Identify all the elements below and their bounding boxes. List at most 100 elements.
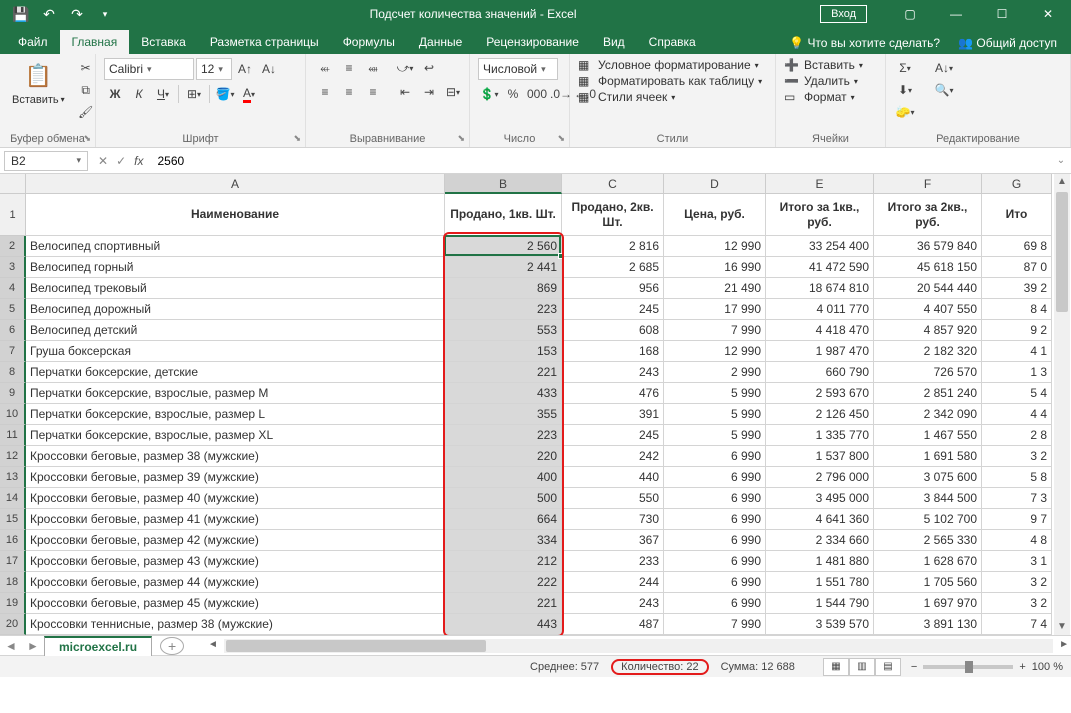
cell[interactable]: 221 <box>445 593 562 614</box>
cell[interactable]: 400 <box>445 467 562 488</box>
cell[interactable]: 7 3 <box>982 488 1052 509</box>
font-color-icon[interactable]: A▾ <box>238 84 260 104</box>
cell[interactable]: 36 579 840 <box>874 236 982 257</box>
new-sheet-button[interactable]: + <box>160 637 184 655</box>
cell[interactable]: 9 2 <box>982 320 1052 341</box>
col-header-C[interactable]: C <box>562 174 664 194</box>
cell[interactable]: 2 342 090 <box>874 404 982 425</box>
col-header-G[interactable]: G <box>982 174 1052 194</box>
cell[interactable]: 433 <box>445 383 562 404</box>
cell[interactable]: 500 <box>445 488 562 509</box>
cell[interactable]: Перчатки боксерские, взрослые, размер XL <box>26 425 445 446</box>
cell[interactable]: 5 990 <box>664 404 766 425</box>
cell[interactable]: Кроссовки теннисные, размер 38 (мужские) <box>26 614 445 635</box>
cell[interactable]: 730 <box>562 509 664 530</box>
increase-font-icon[interactable]: A↑ <box>234 59 256 79</box>
row-header-10[interactable]: 10 <box>0 404 26 425</box>
view-page-layout-icon[interactable]: ▥ <box>849 658 875 676</box>
horizontal-scrollbar[interactable] <box>224 639 1053 653</box>
merge-icon[interactable]: ⊟▾ <box>442 82 464 102</box>
header-cell[interactable]: Итого за 1кв., руб. <box>766 194 874 236</box>
increase-decimal-icon[interactable]: .0→ <box>550 84 572 104</box>
cell[interactable]: 3 891 130 <box>874 614 982 635</box>
underline-button[interactable]: Ч▾ <box>152 84 174 104</box>
tab-insert[interactable]: Вставка <box>129 30 198 54</box>
cell[interactable]: Велосипед спортивный <box>26 236 445 257</box>
login-button[interactable]: Вход <box>820 5 867 23</box>
cell[interactable]: 153 <box>445 341 562 362</box>
cell[interactable]: Перчатки боксерские, взрослые, размер M <box>26 383 445 404</box>
view-normal-icon[interactable]: ▦ <box>823 658 849 676</box>
cell[interactable]: 4 011 770 <box>766 299 874 320</box>
close-icon[interactable]: ✕ <box>1025 0 1071 28</box>
cell[interactable]: 20 544 440 <box>874 278 982 299</box>
sort-filter-icon[interactable]: A↓▾ <box>928 58 960 78</box>
cell[interactable]: 2 593 670 <box>766 383 874 404</box>
cell[interactable]: 18 674 810 <box>766 278 874 299</box>
cell[interactable]: Велосипед трековый <box>26 278 445 299</box>
comma-icon[interactable]: 000 <box>526 84 548 104</box>
row-header-2[interactable]: 2 <box>0 236 26 257</box>
row-header-15[interactable]: 15 <box>0 509 26 530</box>
col-header-E[interactable]: E <box>766 174 874 194</box>
cell[interactable]: 245 <box>562 425 664 446</box>
cell[interactable]: 223 <box>445 299 562 320</box>
cut-icon[interactable]: ✂ <box>75 58 97 78</box>
cell[interactable]: 2 182 320 <box>874 341 982 362</box>
cell[interactable]: 1 3 <box>982 362 1052 383</box>
cell[interactable]: 220 <box>445 446 562 467</box>
cell[interactable]: 487 <box>562 614 664 635</box>
cell[interactable]: 7 990 <box>664 320 766 341</box>
tab-view[interactable]: Вид <box>591 30 637 54</box>
col-header-F[interactable]: F <box>874 174 982 194</box>
cell[interactable]: 212 <box>445 551 562 572</box>
row-header-4[interactable]: 4 <box>0 278 26 299</box>
row-header-14[interactable]: 14 <box>0 488 26 509</box>
cell[interactable]: 222 <box>445 572 562 593</box>
font-size-combo[interactable]: 12▾ <box>196 58 232 80</box>
cell[interactable]: 3 2 <box>982 446 1052 467</box>
tab-scroll-left-icon[interactable]: ◄ <box>0 639 22 653</box>
zoom-out-icon[interactable]: − <box>911 661 917 673</box>
borders-icon[interactable]: ⊞▾ <box>183 84 205 104</box>
cell[interactable]: 2 990 <box>664 362 766 383</box>
row-header-7[interactable]: 7 <box>0 341 26 362</box>
cell[interactable]: 242 <box>562 446 664 467</box>
cell[interactable]: 443 <box>445 614 562 635</box>
formula-input[interactable] <box>153 151 1051 171</box>
col-header-D[interactable]: D <box>664 174 766 194</box>
row-header-1[interactable]: 1 <box>0 194 26 236</box>
cell[interactable]: Кроссовки беговые, размер 40 (мужские) <box>26 488 445 509</box>
align-bottom-icon[interactable]: ⬵ <box>362 58 384 78</box>
name-box[interactable]: B2▾ <box>4 151 88 171</box>
row-header-12[interactable]: 12 <box>0 446 26 467</box>
row-header-3[interactable]: 3 <box>0 257 26 278</box>
cell[interactable]: 6 990 <box>664 593 766 614</box>
cell[interactable]: 2 441 <box>445 257 562 278</box>
cell[interactable]: 664 <box>445 509 562 530</box>
maximize-icon[interactable]: ☐ <box>979 0 1025 28</box>
cell[interactable]: Кроссовки беговые, размер 42 (мужские) <box>26 530 445 551</box>
cell[interactable]: 6 990 <box>664 467 766 488</box>
zoom-slider[interactable] <box>923 665 1013 669</box>
cell[interactable]: 367 <box>562 530 664 551</box>
view-page-break-icon[interactable]: ▤ <box>875 658 901 676</box>
undo-icon[interactable]: ↶ <box>36 2 62 26</box>
cell[interactable]: 7 4 <box>982 614 1052 635</box>
cell[interactable]: Кроссовки беговые, размер 41 (мужские) <box>26 509 445 530</box>
cell[interactable]: 550 <box>562 488 664 509</box>
insert-cells-button[interactable]: ➕Вставить▾ <box>784 58 863 72</box>
cell[interactable]: 4 641 360 <box>766 509 874 530</box>
cell[interactable]: 1 691 580 <box>874 446 982 467</box>
cell[interactable]: 4 407 550 <box>874 299 982 320</box>
cell[interactable]: 660 790 <box>766 362 874 383</box>
cell[interactable]: Велосипед горный <box>26 257 445 278</box>
cell[interactable]: 243 <box>562 593 664 614</box>
indent-decrease-icon[interactable]: ⇤ <box>394 82 416 102</box>
cell[interactable]: 3 844 500 <box>874 488 982 509</box>
cell[interactable]: 6 990 <box>664 551 766 572</box>
cell[interactable]: 4 418 470 <box>766 320 874 341</box>
row-header-5[interactable]: 5 <box>0 299 26 320</box>
cell[interactable]: 1 537 800 <box>766 446 874 467</box>
cell[interactable]: Кроссовки беговые, размер 45 (мужские) <box>26 593 445 614</box>
